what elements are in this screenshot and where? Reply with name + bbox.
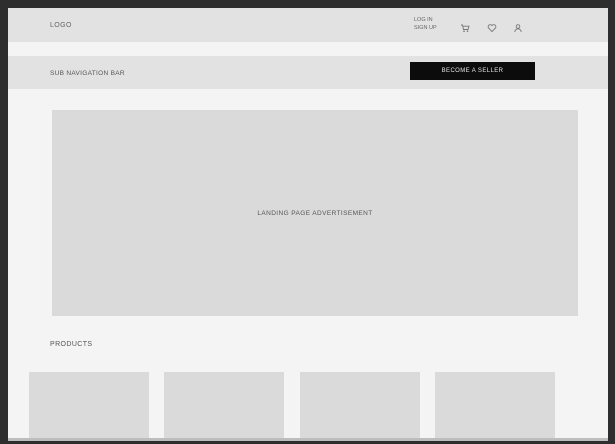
login-link-label[interactable]: LOG IN: [414, 16, 437, 24]
product-card[interactable]: [435, 372, 555, 441]
cart-icon[interactable]: [460, 20, 470, 32]
sub-navigation-bar: SUB NAVIGATION BAR BECOME A SELLER: [8, 56, 608, 89]
product-card[interactable]: [29, 372, 149, 441]
become-a-seller-button[interactable]: BECOME A SELLER: [410, 62, 535, 80]
heart-icon[interactable]: [487, 20, 497, 33]
signup-link-label[interactable]: SIGN UP: [414, 24, 437, 32]
user-icon[interactable]: [513, 20, 523, 33]
product-card[interactable]: [164, 372, 284, 441]
sub-navigation-label: SUB NAVIGATION BAR: [50, 70, 125, 77]
wireframe-page: LOGO LOG IN SIGN UP SUB NAVIGATION BAR B…: [8, 8, 608, 441]
product-card[interactable]: [300, 372, 420, 441]
logo[interactable]: LOGO: [50, 22, 72, 29]
page-bottom-divider: [8, 438, 608, 441]
advertisement-label: LANDING PAGE ADVERTISEMENT: [257, 209, 373, 217]
landing-page-advertisement[interactable]: LANDING PAGE ADVERTISEMENT: [52, 110, 578, 316]
top-navigation-bar: LOGO LOG IN SIGN UP: [8, 8, 608, 42]
products-heading: PRODUCTS: [50, 341, 93, 348]
login-signup-link[interactable]: LOG IN SIGN UP: [414, 16, 437, 32]
become-a-seller-label: BECOME A SELLER: [441, 68, 504, 74]
